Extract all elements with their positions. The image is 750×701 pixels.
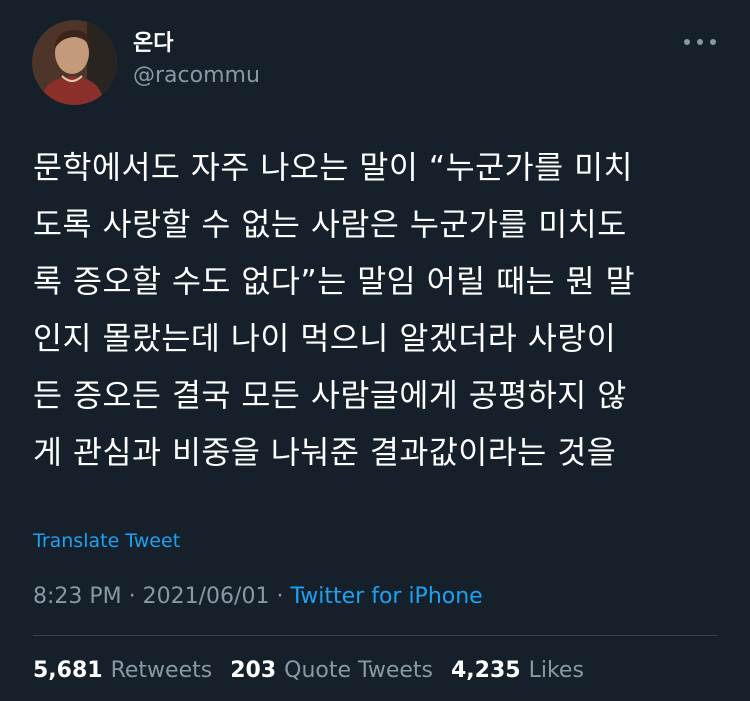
- meta-separator: ·: [276, 584, 284, 609]
- tweet-date[interactable]: 2021/06/01: [143, 584, 270, 609]
- tweet-text-line: 록 증오할 수도 없다”는 말임 어릴 때는 뭔 말: [33, 264, 636, 300]
- dot: [710, 39, 716, 45]
- author-names: 온다 @racommu: [133, 20, 260, 92]
- author-display-name[interactable]: 온다: [133, 30, 260, 58]
- more-options-icon[interactable]: [684, 34, 716, 50]
- tweet-metadata: 8:23 PM · 2021/06/01 · Twitter for iPhon…: [33, 584, 483, 609]
- tweet-text-line: 인지 몰랐는데 나이 먹으니 알겠더라 사랑이: [33, 321, 617, 357]
- dot: [697, 39, 703, 45]
- avatar-image: [32, 20, 117, 105]
- likes-label: Likes: [528, 658, 584, 683]
- tweet-header: 온다 @racommu: [32, 20, 260, 105]
- tweet-time[interactable]: 8:23 PM: [33, 584, 122, 609]
- author-handle[interactable]: @racommu: [133, 60, 260, 92]
- tweet-text: 문학에서도 자주 나오는 말이 “누군가를 미치 도록 사랑할 수 없는 사람은…: [33, 140, 723, 482]
- meta-separator: ·: [128, 584, 136, 609]
- likes-stat[interactable]: 4,235 Likes: [451, 658, 584, 683]
- avatar[interactable]: [32, 20, 117, 105]
- tweet-card: 온다 @racommu 문학에서도 자주 나오는 말이 “누군가를 미치 도록 …: [0, 0, 750, 701]
- tweet-text-line: 게 관심과 비중을 나눠준 결과값이라는 것을: [33, 435, 617, 471]
- tweet-stats: 5,681 Retweets 203 Quote Tweets 4,235 Likes: [33, 658, 584, 683]
- quote-tweets-label: Quote Tweets: [284, 658, 433, 683]
- dot: [684, 39, 690, 45]
- retweets-count: 5,681: [33, 658, 103, 683]
- likes-count: 4,235: [450, 658, 521, 683]
- retweets-stat[interactable]: 5,681 Retweets: [33, 658, 212, 683]
- tweet-text-line: 도록 사랑할 수 없는 사람은 누군가를 미치도: [33, 207, 627, 243]
- tweet-text-line: 문학에서도 자주 나오는 말이 “누군가를 미치: [33, 150, 634, 186]
- translate-tweet-link[interactable]: Translate Tweet: [33, 530, 180, 552]
- quote-tweets-stat[interactable]: 203 Quote Tweets: [230, 658, 433, 683]
- tweet-text-line: 든 증오든 결국 모든 사람글에게 공평하지 않: [33, 378, 627, 414]
- retweets-label: Retweets: [110, 658, 213, 683]
- divider: [33, 635, 717, 636]
- quote-tweets-count: 203: [230, 658, 277, 683]
- tweet-source-link[interactable]: Twitter for iPhone: [290, 584, 482, 609]
